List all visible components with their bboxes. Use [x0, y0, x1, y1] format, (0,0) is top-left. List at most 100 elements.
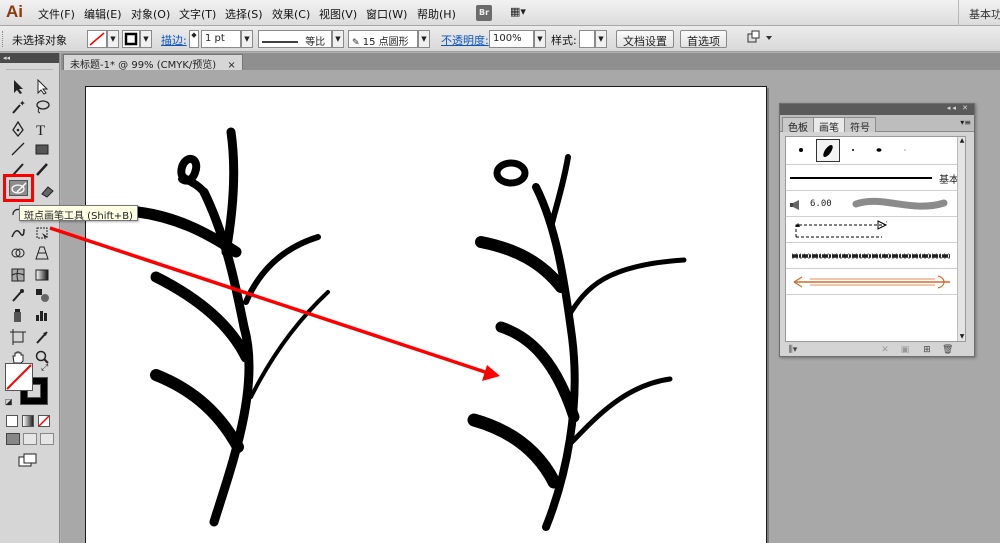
new-brush-icon[interactable]: ⊞	[922, 345, 932, 355]
bristle-brush-row[interactable]: 6.00	[786, 191, 962, 217]
rectangle-tool[interactable]	[31, 139, 53, 159]
line-segment-tool[interactable]	[7, 139, 29, 159]
brush-libraries-icon[interactable]: ⫼▾	[786, 345, 800, 355]
document-tab[interactable]: 未标题-1* @ 99% (CMYK/预览) ×	[63, 54, 243, 71]
delete-brush-icon[interactable]: 🗑	[942, 345, 953, 355]
warp-tool[interactable]	[7, 223, 29, 243]
variable-width-profile[interactable]: 等比	[258, 30, 332, 48]
draw-normal-button[interactable]	[6, 433, 20, 445]
stroke-weight-stepper[interactable]: ◆	[189, 30, 199, 48]
color-mode-button[interactable]	[6, 415, 18, 427]
blend-tool[interactable]	[31, 285, 53, 305]
fill-swatch[interactable]	[87, 30, 107, 48]
arrange-documents-button[interactable]: ▦▾	[510, 5, 532, 21]
none-mode-button[interactable]	[38, 415, 50, 427]
panel-menu-icon[interactable]: ▾≡	[960, 118, 971, 127]
gradient-mode-button[interactable]	[22, 415, 34, 427]
artboard-tool[interactable]	[7, 327, 29, 347]
brush-dropdown[interactable]: ▼	[418, 30, 430, 48]
bridge-button[interactable]: Br	[476, 5, 492, 21]
pencil-tool[interactable]	[31, 159, 53, 179]
free-transform-tool[interactable]	[31, 223, 53, 243]
fill-dropdown[interactable]: ▼	[107, 30, 119, 48]
brush-list-scrollbar[interactable]: ▲ ▼	[957, 137, 965, 341]
pattern-brush-row[interactable]: ▴ ⋰	[786, 217, 962, 243]
arrange-icon[interactable]	[746, 30, 774, 49]
brush-options-icon[interactable]: ▣	[900, 345, 910, 355]
none-slash-icon	[38, 415, 50, 427]
menu-select[interactable]: 选择(S)	[225, 6, 263, 22]
draw-inside-button[interactable]	[40, 433, 54, 445]
scroll-down-icon[interactable]: ▼	[958, 333, 966, 341]
magic-wand-tool[interactable]: ✦	[7, 97, 29, 117]
slice-tool[interactable]	[31, 327, 53, 347]
gradient-tool[interactable]	[31, 265, 53, 285]
brush-dab-3[interactable]	[842, 139, 866, 162]
opacity-input[interactable]: 100%	[489, 30, 534, 48]
direct-selection-tool[interactable]	[31, 77, 53, 97]
default-fill-stroke-icon[interactable]: ◪	[5, 397, 13, 406]
brush-dab-1[interactable]	[790, 139, 814, 162]
lasso-tool[interactable]	[31, 97, 53, 117]
brush-dab-5[interactable]	[894, 139, 918, 162]
charcoal-brush-row[interactable]	[786, 243, 962, 269]
menu-view[interactable]: 视图(V)	[319, 6, 357, 22]
tab-swatches[interactable]: 色板	[782, 117, 814, 134]
type-tool[interactable]: T	[31, 119, 53, 139]
arrow-art-brush-row[interactable]	[786, 269, 962, 295]
brush-definition[interactable]: ✎ 15 点圆形	[348, 30, 418, 48]
remove-brush-stroke-icon[interactable]: ✕	[880, 345, 890, 355]
graphic-style-dropdown[interactable]: ▼	[595, 30, 607, 48]
mesh-tool[interactable]	[7, 265, 29, 285]
opacity-panel-link[interactable]: 不透明度:	[441, 32, 489, 48]
stroke-weight-dropdown[interactable]: ▼	[241, 30, 253, 48]
screen-mode-button[interactable]	[18, 453, 38, 467]
swap-fill-stroke-icon[interactable]: ⤢	[41, 363, 48, 373]
eyedropper-tool[interactable]	[7, 285, 29, 305]
menu-object[interactable]: 对象(O)	[131, 6, 170, 22]
menu-effect[interactable]: 效果(C)	[272, 6, 310, 22]
eyedropper-icon	[12, 289, 24, 302]
stroke-swatch[interactable]	[122, 30, 140, 48]
perspective-grid-tool[interactable]	[31, 243, 53, 263]
symbol-sprayer-tool[interactable]	[7, 305, 29, 325]
fill-stroke-widget[interactable]: ⤢ ◪	[5, 363, 53, 409]
tab-brushes[interactable]: 画笔	[813, 117, 845, 134]
fill-indicator[interactable]	[5, 363, 33, 391]
workspace-switcher[interactable]: 基本功能	[958, 0, 1000, 26]
column-graph-tool[interactable]	[31, 305, 53, 325]
menu-type[interactable]: 文字(T)	[179, 6, 216, 22]
panel-titlebar[interactable]: ◂◂ ✕	[780, 104, 974, 115]
document-setup-button[interactable]: 文档设置	[616, 30, 674, 48]
toolbox-collapse[interactable]: ◂◂	[0, 53, 59, 63]
profile-dropdown[interactable]: ▼	[332, 30, 344, 48]
brush-dab-2-selected[interactable]	[816, 139, 840, 162]
menu-file[interactable]: 文件(F)	[38, 6, 75, 22]
color-mode-row	[6, 415, 56, 429]
artboard[interactable]	[85, 86, 767, 543]
control-bar: 未选择对象 ▼ ▼ 描边: ◆ 1 pt ▼ 等比 ▼ ✎ 15 点圆形 ▼ 不…	[0, 26, 1000, 52]
selection-tool[interactable]	[7, 77, 29, 97]
tab-symbols[interactable]: 符号	[844, 117, 876, 134]
menu-help[interactable]: 帮助(H)	[417, 6, 456, 22]
preferences-button[interactable]: 首选项	[680, 30, 727, 48]
basic-brush-row[interactable]: 基本	[786, 165, 962, 191]
panel-collapse-close[interactable]: ◂◂ ✕	[947, 104, 970, 112]
panel-footer: ⫼▾ ✕ ▣ ⊞ 🗑	[780, 345, 974, 357]
scroll-up-icon[interactable]: ▲	[958, 137, 966, 145]
toolbox-grip[interactable]	[6, 64, 53, 70]
menu-window[interactable]: 窗口(W)	[366, 6, 407, 22]
brush-dab-4[interactable]	[868, 139, 892, 162]
menu-edit[interactable]: 编辑(E)	[84, 6, 122, 22]
shape-builder-tool[interactable]	[7, 243, 29, 263]
stroke-panel-link[interactable]: 描边:	[161, 32, 187, 48]
graphic-style-swatch[interactable]	[579, 30, 595, 48]
stroke-weight-input[interactable]: 1 pt	[201, 30, 241, 48]
pen-tool[interactable]	[7, 119, 29, 139]
blob-brush-tool[interactable]	[9, 180, 28, 196]
opacity-dropdown[interactable]: ▼	[534, 30, 546, 48]
stroke-dropdown[interactable]: ▼	[140, 30, 152, 48]
control-bar-grip[interactable]	[2, 31, 5, 47]
draw-behind-button[interactable]	[23, 433, 37, 445]
eraser-tool[interactable]	[36, 181, 58, 201]
